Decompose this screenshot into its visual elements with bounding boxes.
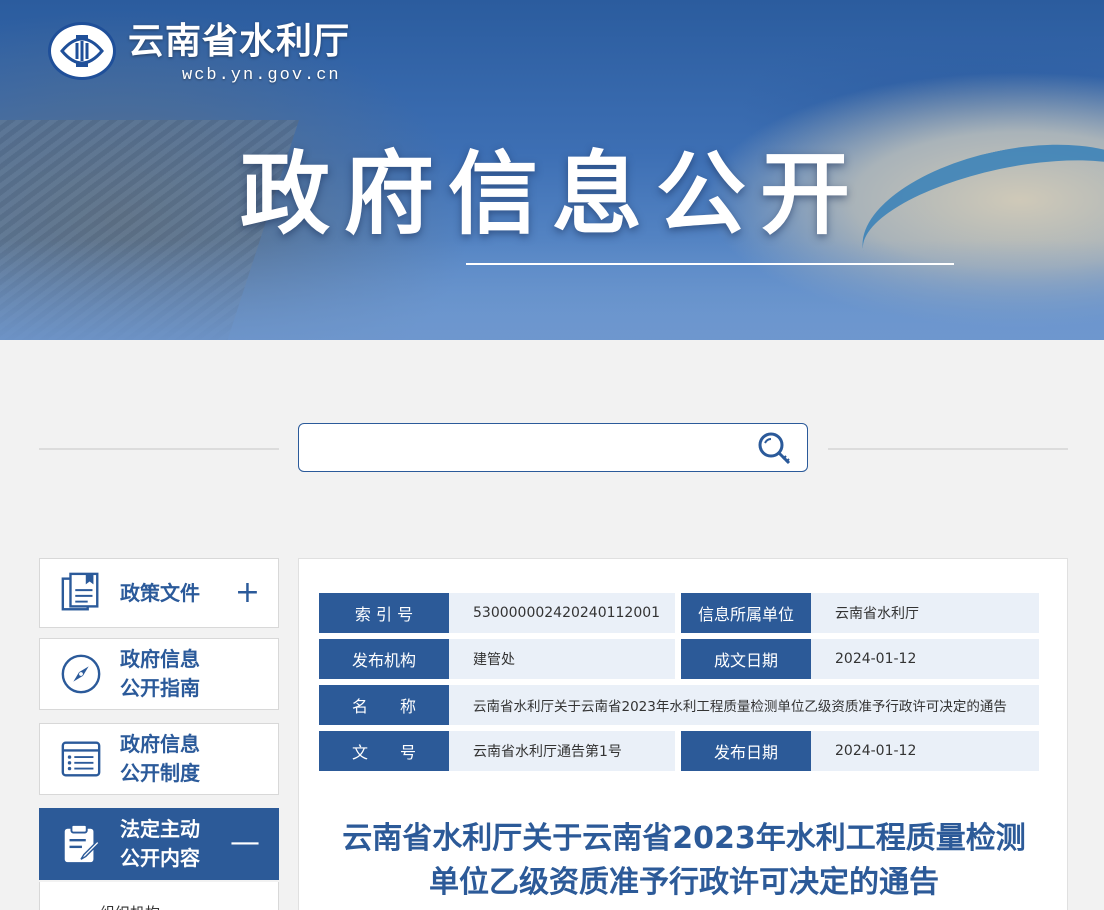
created-date-label: 成文日期 <box>681 639 821 679</box>
publisher-value: 建管处 <box>449 639 675 679</box>
created-date-value: 2024-01-12 <box>811 639 1039 679</box>
search-icon[interactable] <box>755 430 795 468</box>
docno-label: 文 号 <box>319 731 459 771</box>
site-name: 云南省水利厅 <box>128 21 351 62</box>
name-value: 云南省水利厅关于云南省2023年水利工程质量检测单位乙级资质准予行政许可决定的通… <box>449 685 1039 725</box>
site-logo[interactable]: 云南省水利厅 wcb.yn.gov.cn <box>48 20 350 85</box>
unit-label: 信息所属单位 <box>681 593 821 633</box>
document-icon <box>58 570 104 616</box>
sidebar-item-policy-documents[interactable]: 政策文件 + <box>39 558 279 628</box>
sidebar-subitem-list: 组织机构 <box>39 882 279 910</box>
collapse-minus-icon[interactable]: — <box>230 828 260 858</box>
table-row: 名 称 云南省水利厅关于云南省2023年水利工程质量检测单位乙级资质准予行政许可… <box>319 685 1039 725</box>
document-title-line: 云南省水利厅关于云南省2023年水利工程质量检测 <box>342 821 1026 856</box>
published-date-value: 2024-01-12 <box>811 731 1039 771</box>
sidebar-item-statutory-content[interactable]: 法定主动 公开内容 — <box>39 808 279 880</box>
sidebar-subitem-organization[interactable]: 组织机构 <box>100 902 160 910</box>
site-domain: wcb.yn.gov.cn <box>182 66 341 85</box>
search-divider-right <box>828 448 1068 450</box>
expand-plus-icon[interactable]: + <box>235 578 260 608</box>
table-row: 索 引 号 530000002420240112001 信息所属单位 云南省水利… <box>319 593 1039 633</box>
unit-value: 云南省水利厅 <box>811 593 1039 633</box>
search-input[interactable] <box>309 432 739 464</box>
sidebar-item-label: 法定主动 公开内容 <box>120 817 200 870</box>
published-date-label: 发布日期 <box>681 731 821 771</box>
sidebar-item-disclosure-system[interactable]: 政府信息 公开制度 <box>39 723 279 795</box>
table-row: 发布机构 建管处 成文日期 2024-01-12 <box>319 639 1039 679</box>
index-value: 530000002420240112001 <box>449 593 675 633</box>
list-icon <box>58 736 104 782</box>
header-banner: 云南省水利厅 wcb.yn.gov.cn 政府信息公开 <box>0 0 1104 340</box>
compass-icon <box>58 651 104 697</box>
document-title-line: 单位乙级资质准予行政许可决定的通告 <box>429 865 939 900</box>
clipboard-edit-icon <box>58 821 104 867</box>
document-panel: 索 引 号 530000002420240112001 信息所属单位 云南省水利… <box>298 558 1068 910</box>
name-label: 名 称 <box>319 685 459 725</box>
mist-overlay <box>0 240 1104 340</box>
search-box <box>298 423 808 472</box>
content-area: 政策文件 + 政府信息 公开指南 政府信息 公开制度 法定主动 公开内容 — 索… <box>2 340 1102 910</box>
search-divider-left <box>39 448 279 450</box>
index-label: 索 引 号 <box>319 593 459 633</box>
banner-title: 政府信息公开 <box>240 142 864 247</box>
banner-divider <box>466 263 954 265</box>
sidebar-item-label: 政策文件 <box>120 580 200 605</box>
sidebar-item-label: 政府信息 公开制度 <box>120 732 200 785</box>
table-row: 文 号 云南省水利厅通告第1号 发布日期 2024-01-12 <box>319 731 1039 771</box>
water-emblem-icon <box>48 22 116 80</box>
publisher-label: 发布机构 <box>319 639 459 679</box>
sidebar-item-disclosure-guide[interactable]: 政府信息 公开指南 <box>39 638 279 710</box>
docno-value: 云南省水利厅通告第1号 <box>449 731 675 771</box>
document-title: 云南省水利厅关于云南省2023年水利工程质量检测 单位乙级资质准予行政许可决定的… <box>299 817 1069 905</box>
sidebar-item-label: 政府信息 公开指南 <box>120 647 200 700</box>
